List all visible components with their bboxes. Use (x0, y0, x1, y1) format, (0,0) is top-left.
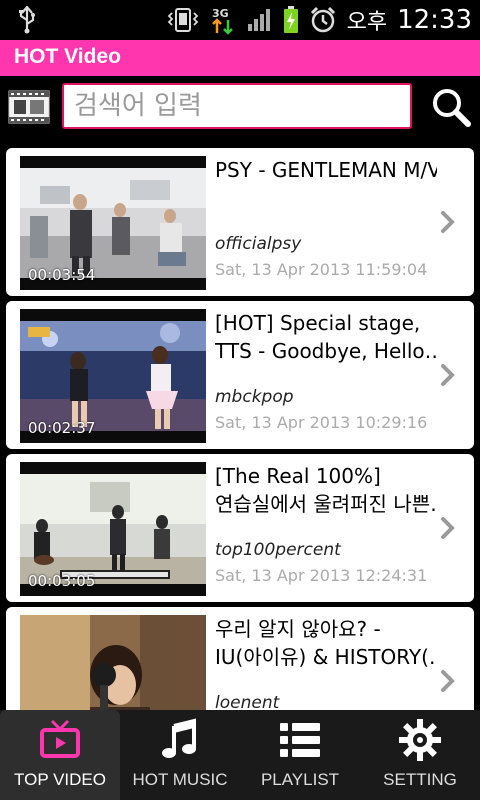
search-row (0, 76, 480, 144)
video-thumbnail[interactable]: 00:03:05 (20, 462, 206, 596)
bottom-tab-bar: TOP VIDEO HOT MUSIC PLAYLIST SETTING (0, 710, 480, 800)
list-icon (280, 723, 320, 757)
tab-label: SETTING (383, 770, 457, 789)
video-list-item[interactable]: 우리 알지 않아요? - IU(아이유) & HISTORY(… loenent (6, 607, 474, 710)
chevron-right-icon[interactable] (439, 363, 457, 387)
tab-label: TOP VIDEO (14, 770, 106, 789)
video-title: 우리 알지 않아요? - IU(아이유) & HISTORY(… (215, 615, 437, 671)
video-title-line: 연습실에서 울려퍼진 나쁜… (215, 492, 437, 516)
app-title-bar: HOT Video (0, 40, 480, 76)
video-list-item[interactable]: 00:03:54 PSY - GENTLEMAN M/V officialpsy… (6, 148, 474, 296)
gear-icon (399, 719, 441, 761)
status-bar: 3G 오후 12:33 (0, 0, 480, 40)
video-list[interactable]: 00:03:54 PSY - GENTLEMAN M/V officialpsy… (0, 144, 480, 710)
network-3g-icon: 3G (212, 7, 233, 35)
video-title: [HOT] Special stage, TTS - Goodbye, Hell… (215, 309, 437, 365)
video-title-line: [HOT] Special stage, (215, 311, 421, 335)
vibrate-icon (167, 8, 198, 32)
video-title: [The Real 100%] 연습실에서 울려퍼진 나쁜… (215, 462, 437, 518)
video-duration: 00:03:05 (28, 572, 96, 590)
video-title-line: PSY - GENTLEMAN M/V (215, 158, 437, 182)
tv-icon (40, 719, 80, 758)
video-title: PSY - GENTLEMAN M/V (215, 156, 437, 184)
video-date: Sat, 13 Apr 2013 10:29:16 (215, 413, 428, 432)
chevron-right-icon[interactable] (439, 210, 457, 234)
music-note-icon (162, 718, 196, 758)
film-icon[interactable] (8, 90, 50, 124)
chevron-right-icon[interactable] (439, 669, 457, 693)
usb-icon (19, 6, 35, 34)
signal-icon (247, 9, 270, 31)
status-time: 12:33 (397, 5, 472, 35)
video-title-line: TTS - Goodbye, Hello… (215, 339, 437, 363)
app-title: HOT Video (14, 45, 121, 68)
network-label: 3G (212, 7, 229, 20)
tab-hot-music[interactable]: HOT MUSIC (120, 710, 240, 800)
video-channel: mbckpop (215, 387, 294, 407)
tab-setting[interactable]: SETTING (360, 710, 480, 800)
video-thumbnail[interactable]: 00:03:54 (20, 156, 206, 290)
tab-label: HOT MUSIC (132, 770, 228, 789)
video-title-line: 우리 알지 않아요? - (215, 617, 381, 641)
tab-top-video[interactable]: TOP VIDEO (0, 710, 120, 800)
status-ampm: 오후 (346, 10, 388, 35)
search-input[interactable] (62, 83, 412, 129)
video-date: Sat, 13 Apr 2013 11:59:04 (215, 260, 428, 279)
alarm-icon (310, 6, 335, 33)
search-icon[interactable] (430, 86, 472, 128)
battery-charging-icon (283, 6, 298, 33)
tab-playlist[interactable]: PLAYLIST (240, 710, 360, 800)
video-channel: top100percent (215, 540, 341, 560)
video-date: Sat, 13 Apr 2013 12:24:31 (215, 566, 428, 585)
video-channel: loenent (215, 693, 280, 710)
tab-label: PLAYLIST (260, 770, 340, 789)
video-thumbnail[interactable]: 00:02:37 (20, 309, 206, 443)
video-list-item[interactable]: 00:02:37 [HOT] Special stage, TTS - Good… (6, 301, 474, 449)
video-duration: 00:03:54 (28, 266, 96, 284)
video-title-line: IU(아이유) & HISTORY(… (215, 645, 437, 669)
video-list-item[interactable]: 00:03:05 [The Real 100%] 연습실에서 울려퍼진 나쁜… … (6, 454, 474, 602)
video-channel: officialpsy (215, 234, 302, 254)
video-thumbnail[interactable] (20, 615, 206, 710)
video-duration: 00:02:37 (28, 419, 96, 437)
video-title-line: [The Real 100%] (215, 464, 381, 488)
chevron-right-icon[interactable] (439, 516, 457, 540)
